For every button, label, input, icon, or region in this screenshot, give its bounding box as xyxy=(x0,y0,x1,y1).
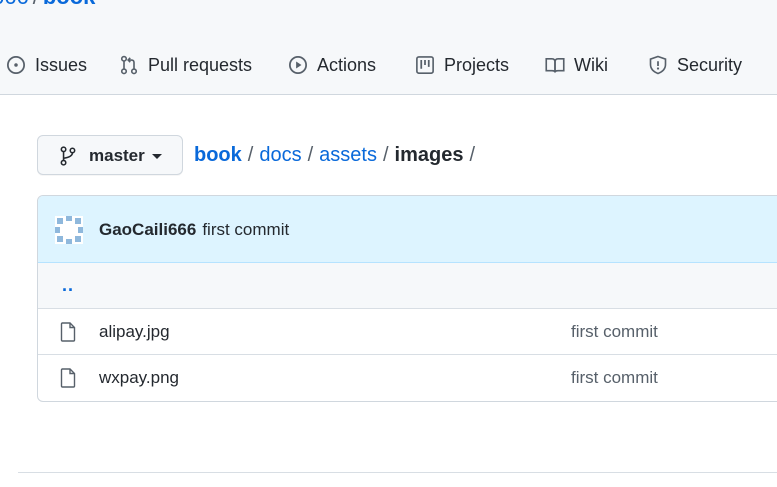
tab-projects-label: Projects xyxy=(444,54,510,75)
file-name-link[interactable]: wxpay.png xyxy=(99,368,179,388)
breadcrumb-separator: / xyxy=(307,144,314,166)
file-row[interactable]: alipay.jpg first commit xyxy=(38,309,777,355)
repo-name-link[interactable]: book xyxy=(43,0,96,9)
pull-request-icon xyxy=(120,55,138,75)
breadcrumb-current: images xyxy=(394,144,464,166)
latest-commit-bar: GaoCaili666 first commit xyxy=(38,196,777,263)
breadcrumb-root-link[interactable]: book xyxy=(194,144,242,166)
breadcrumb-separator: / xyxy=(469,144,476,166)
tab-actions[interactable]: Actions xyxy=(288,51,376,79)
project-board-icon xyxy=(416,56,434,74)
repo-title-separator: / xyxy=(33,0,39,9)
breadcrumb-link-docs[interactable]: docs xyxy=(259,144,301,166)
tab-security-label: Security xyxy=(677,54,743,75)
repo-header: 666 / book Issues Pull requests Actions Pr… xyxy=(0,0,777,95)
shield-icon xyxy=(649,55,667,75)
file-name-link[interactable]: alipay.jpg xyxy=(99,322,170,342)
avatar[interactable] xyxy=(55,216,83,244)
branch-select-button[interactable]: master xyxy=(37,135,183,175)
commit-message-link[interactable]: first commit xyxy=(202,220,289,239)
tab-projects[interactable]: Projects xyxy=(415,51,509,79)
tab-issues-label: Issues xyxy=(35,54,88,75)
file-icon xyxy=(60,368,76,388)
parent-directory-row: .. xyxy=(38,263,777,309)
branch-name: master xyxy=(89,146,145,165)
tab-pull-requests[interactable]: Pull requests xyxy=(119,51,252,79)
repo-owner-link[interactable]: 666 xyxy=(0,0,29,9)
tab-pull-requests-label: Pull requests xyxy=(148,54,253,75)
tab-wiki-label: Wiki xyxy=(574,54,608,75)
play-icon xyxy=(289,56,307,74)
commit-author-link[interactable]: GaoCaili666 xyxy=(99,220,196,239)
breadcrumb-separator: / xyxy=(247,144,254,166)
tab-wiki[interactable]: Wiki xyxy=(545,51,608,79)
section-divider xyxy=(18,472,777,473)
parent-directory-link[interactable]: .. xyxy=(62,275,74,296)
chevron-down-icon xyxy=(152,154,162,159)
file-commit-link[interactable]: first commit xyxy=(571,322,658,342)
file-row[interactable]: wxpay.png first commit xyxy=(38,355,777,401)
issue-icon xyxy=(7,56,25,74)
repo-title: 666 / book xyxy=(0,0,95,10)
git-branch-icon xyxy=(60,146,76,166)
file-browser: GaoCaili666 first commit .. alipay.jpg fi… xyxy=(37,195,777,402)
book-icon xyxy=(545,57,565,73)
breadcrumb-separator: / xyxy=(382,144,389,166)
tab-security[interactable]: Security xyxy=(648,51,742,79)
latest-commit-text: GaoCaili666 first commit xyxy=(99,220,289,240)
file-commit-link[interactable]: first commit xyxy=(571,368,658,388)
breadcrumb: book / docs / assets / images / xyxy=(194,144,481,167)
tab-actions-label: Actions xyxy=(317,54,377,75)
tab-issues[interactable]: Issues xyxy=(6,51,87,79)
file-icon xyxy=(60,322,76,342)
breadcrumb-link-assets[interactable]: assets xyxy=(319,144,377,166)
